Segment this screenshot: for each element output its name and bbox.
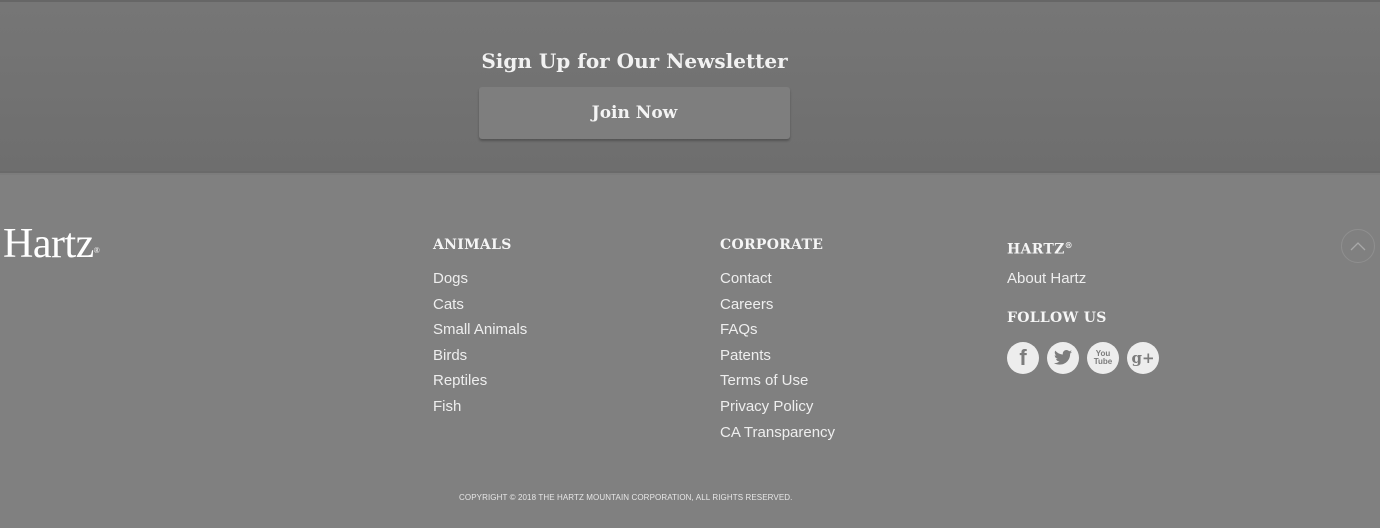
- footer-link-reptiles[interactable]: Reptiles: [433, 371, 527, 397]
- scroll-to-top-button[interactable]: [1341, 229, 1375, 263]
- column-heading-corporate: CORPORATE: [720, 237, 824, 253]
- twitter-icon[interactable]: [1047, 341, 1079, 374]
- facebook-icon[interactable]: f: [1007, 341, 1039, 374]
- hartz-registered-mark: ®: [1064, 240, 1073, 250]
- footer-link-cats[interactable]: Cats: [433, 295, 527, 321]
- social-icons: f You Tube g+: [1007, 341, 1159, 374]
- footer-link-privacy-policy[interactable]: Privacy Policy: [720, 397, 835, 423]
- footer-link-patents[interactable]: Patents: [720, 346, 835, 372]
- footer-link-terms-of-use[interactable]: Terms of Use: [720, 371, 835, 397]
- footer-link-ca-transparency[interactable]: CA Transparency: [720, 423, 835, 449]
- twitter-bird-glyph: [1054, 350, 1072, 365]
- site-footer: Hartz® ANIMALS Dogs Cats Small Animals B…: [0, 175, 1380, 528]
- footer-link-careers[interactable]: Careers: [720, 295, 835, 321]
- newsletter-section: Sign Up for Our Newsletter Join Now: [0, 0, 1380, 173]
- column-heading-hartz-text: HARTZ: [1007, 241, 1065, 258]
- chevron-up-icon: [1350, 242, 1366, 251]
- footer-link-birds[interactable]: Birds: [433, 346, 527, 372]
- youtube-icon[interactable]: You Tube: [1087, 341, 1119, 374]
- footer-link-contact[interactable]: Contact: [720, 269, 835, 295]
- footer-link-about-hartz[interactable]: About Hartz: [1007, 269, 1159, 295]
- logo-text: Hartz: [3, 221, 94, 267]
- footer-column-hartz: HARTZ® About Hartz FOLLOW US f You Tube …: [1007, 236, 1159, 374]
- hartz-links: About Hartz: [1007, 269, 1159, 295]
- corporate-links: Contact Careers FAQs Patents Terms of Us…: [720, 269, 835, 448]
- footer-column-corporate: CORPORATE Contact Careers FAQs Patents T…: [720, 236, 835, 448]
- column-heading-hartz: HARTZ®: [1007, 236, 1159, 258]
- footer-link-small-animals[interactable]: Small Animals: [433, 320, 527, 346]
- copyright-text: COPYRIGHT © 2018 THE HARTZ MOUNTAIN CORP…: [459, 493, 793, 502]
- join-now-button[interactable]: Join Now: [479, 87, 790, 139]
- column-heading-animals: ANIMALS: [433, 237, 512, 253]
- google-plus-icon[interactable]: g+: [1127, 341, 1159, 374]
- footer-link-dogs[interactable]: Dogs: [433, 269, 527, 295]
- animals-links: Dogs Cats Small Animals Birds Reptiles F…: [433, 269, 527, 423]
- logo-registered-mark: ®: [93, 246, 100, 255]
- hartz-logo[interactable]: Hartz®: [3, 221, 100, 267]
- google-plus-glyph: g+: [1131, 348, 1155, 367]
- youtube-glyph-bottom: Tube: [1093, 356, 1113, 366]
- footer-column-animals: ANIMALS Dogs Cats Small Animals Birds Re…: [433, 236, 527, 423]
- follow-us-heading: FOLLOW US: [1007, 309, 1107, 326]
- facebook-glyph: f: [1019, 344, 1027, 370]
- newsletter-title: Sign Up for Our Newsletter: [481, 49, 788, 73]
- footer-link-fish[interactable]: Fish: [433, 397, 527, 423]
- footer-link-faqs[interactable]: FAQs: [720, 320, 835, 346]
